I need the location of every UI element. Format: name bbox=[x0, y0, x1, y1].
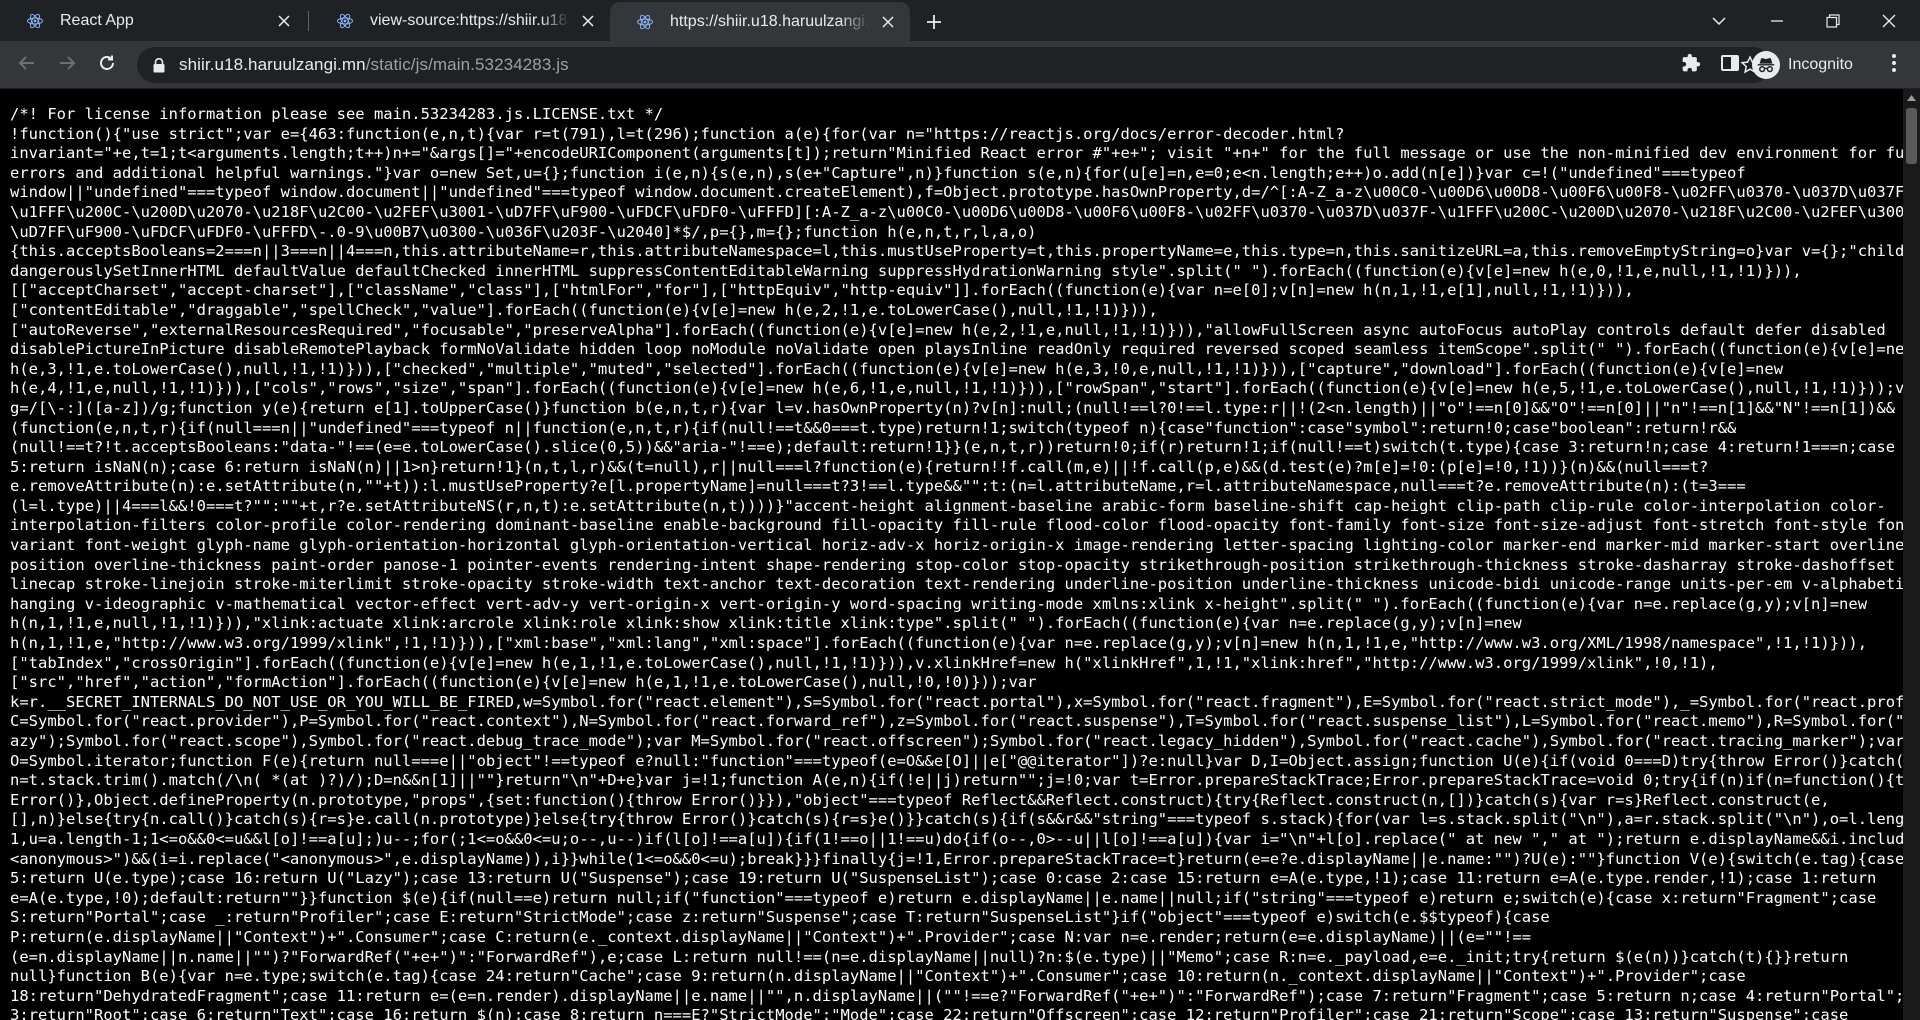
source-line: h(n,1,!1,e,"http://www.w3.org/1999/xlink… bbox=[10, 634, 1868, 653]
profile-incognito[interactable]: Incognito bbox=[1752, 49, 1853, 81]
profile-label: Incognito bbox=[1788, 56, 1853, 73]
source-line: errors and additional helpful warnings."… bbox=[10, 163, 1746, 182]
source-line: k=r.__SECRET_INTERNALS_DO_NOT_USE_OR_YOU… bbox=[10, 692, 1903, 711]
tab-title: view-source:https://shiir.u18.haruulzang… bbox=[370, 11, 570, 29]
source-line: ["src","href","action","formAction"].for… bbox=[10, 673, 1037, 692]
source-line: dangerouslySetInnerHTML defaultValue def… bbox=[10, 261, 1802, 280]
source-line: [["acceptCharset","accept-charset"],["cl… bbox=[10, 281, 1634, 300]
tab-view-source[interactable]: view-source:https://shiir.u18.haruulzang… bbox=[310, 0, 610, 41]
reload-button[interactable] bbox=[91, 49, 123, 81]
vertical-scrollbar[interactable] bbox=[1903, 89, 1920, 1020]
incognito-icon bbox=[1752, 51, 1780, 79]
extensions-button[interactable] bbox=[1677, 51, 1705, 79]
source-line: h(e,4,!1,e,null,!1,!1)})),["cols","rows"… bbox=[10, 379, 1903, 398]
source-line: (e=n.displayName||n.name||"")?"ForwardRe… bbox=[10, 947, 1849, 966]
source-line: P:return(e.displayName||"Context")+".Con… bbox=[10, 927, 1532, 946]
scroll-up-arrow-icon[interactable] bbox=[1903, 89, 1920, 106]
new-tab-button[interactable] bbox=[920, 8, 948, 36]
source-line: ["autoReverse","externalResourcesRequire… bbox=[10, 320, 1886, 339]
source-line: ["tabIndex","crossOrigin"].forEach((func… bbox=[10, 653, 1718, 672]
source-line: (null!==t?!t.acceptsBooleans:"data-"!==(… bbox=[10, 438, 1896, 457]
source-line: g=/[\-:]([a-z])/g;function y(e){return e… bbox=[10, 398, 1896, 417]
source-line: n=t.stack.trim().match(/\n( *(at )?)/);D… bbox=[10, 771, 1903, 790]
source-line: ["contentEditable","draggable","spellChe… bbox=[10, 300, 1158, 319]
url-text[interactable]: shiir.u18.haruulzangi.mn/static/js/main.… bbox=[179, 55, 569, 75]
close-window-button[interactable] bbox=[1866, 0, 1912, 41]
forward-button[interactable] bbox=[51, 49, 83, 81]
react-icon bbox=[336, 12, 354, 30]
source-line: h(n,1,!1,e,null,!1,!1)})),"xlink:actuate… bbox=[10, 614, 1522, 633]
source-line: [],n)}else{try{n.call()}catch(s){r=s}e.c… bbox=[10, 810, 1903, 829]
source-line: 1,u=a.length-1;1<=o&&0<=u&&l[o]!==a[u];)… bbox=[10, 829, 1903, 848]
page-content: /*! For license information please see m… bbox=[0, 89, 1903, 1020]
source-line: Error()},Object.defineProperty(n.prototy… bbox=[10, 790, 1830, 809]
browser-toolbar: shiir.u18.haruulzangi.mn/static/js/main.… bbox=[0, 41, 1920, 89]
close-icon[interactable] bbox=[578, 11, 598, 31]
source-line: window||"undefined"===typeof window.docu… bbox=[10, 183, 1903, 202]
source-line: interpolation-filters color-profile colo… bbox=[10, 516, 1903, 535]
minimize-button[interactable] bbox=[1754, 0, 1800, 41]
side-panel-icon bbox=[1720, 53, 1740, 78]
puzzle-icon bbox=[1681, 53, 1701, 78]
source-line: {this.acceptsBooleans=2===n||3===n||4===… bbox=[10, 242, 1903, 261]
tab-separator bbox=[308, 11, 309, 31]
kebab-menu-icon bbox=[1891, 53, 1897, 78]
source-line: <anonymous>")&&(i=i.replace("<anonymous>… bbox=[10, 849, 1903, 868]
side-panel-button[interactable] bbox=[1716, 51, 1744, 79]
reload-icon bbox=[98, 54, 116, 77]
source-line: e=A(e.type,!0);default:return""}}functio… bbox=[10, 888, 1877, 907]
address-bar[interactable]: shiir.u18.haruulzangi.mn/static/js/main.… bbox=[137, 47, 1771, 83]
source-line: null}function B(e){var n=e.type;switch(e… bbox=[10, 967, 1746, 986]
react-icon bbox=[636, 13, 654, 31]
restore-button[interactable] bbox=[1810, 0, 1856, 41]
close-icon[interactable] bbox=[878, 12, 898, 32]
source-line: (function(e,n,t,r){if(null===n||"undefin… bbox=[10, 418, 1737, 437]
close-icon[interactable] bbox=[274, 11, 294, 31]
back-button[interactable] bbox=[11, 49, 43, 81]
tab-react-app[interactable]: React App bbox=[0, 0, 306, 41]
source-line: /*! For license information please see m… bbox=[10, 105, 664, 123]
source-line: S:return"Portal";case _:return"Profiler"… bbox=[10, 908, 1550, 927]
source-line: h(e,3,!1,e.toLowerCase(),null,!1,!1)})),… bbox=[10, 359, 1784, 378]
url-path: /static/js/main.53234283.js bbox=[365, 55, 569, 74]
source-line: position overline-thickness paint-order … bbox=[10, 555, 1903, 574]
arrow-left-icon bbox=[18, 54, 36, 77]
menu-button[interactable] bbox=[1880, 51, 1908, 79]
source-line: (l=l.type)||4===l&&!0===t?"":""+t,r?e.se… bbox=[10, 496, 1886, 515]
javascript-source: /*! For license information please see m… bbox=[0, 89, 1903, 1020]
source-line: C=Symbol.for("react.provider"),P=Symbol.… bbox=[10, 712, 1903, 731]
source-line: disablePictureInPicture disableRemotePla… bbox=[10, 340, 1903, 359]
tab-main-js[interactable]: https://shiir.u18.haruulzangi.mn/static/… bbox=[610, 2, 910, 41]
source-line: invariant="+e,t=1;t<arguments.length;t++… bbox=[10, 144, 1903, 163]
arrow-right-icon bbox=[58, 54, 76, 77]
source-line: e.removeAttribute(n):e.setAttribute(n,""… bbox=[10, 477, 1746, 496]
url-host: shiir.u18.haruulzangi.mn bbox=[179, 55, 366, 74]
source-line: 5:return U(e.type);case 16:return U("Laz… bbox=[10, 869, 1877, 888]
scrollbar-thumb[interactable] bbox=[1906, 108, 1917, 164]
source-line: variant font-weight glyph-name glyph-ori… bbox=[10, 536, 1903, 555]
source-line: \u1FFF\u200C-\u200D\u2070-\u218F\u2C00-\… bbox=[10, 202, 1903, 221]
source-line: 18:return"DehydratedFragment";case 11:re… bbox=[10, 986, 1903, 1005]
source-line: !function(){"use strict";var e={463:func… bbox=[10, 124, 1345, 143]
tab-title: https://shiir.u18.haruulzangi.mn/static/… bbox=[670, 12, 870, 30]
source-line: hanging v-ideographic v-mathematical vec… bbox=[10, 594, 1868, 613]
lock-icon[interactable] bbox=[151, 57, 167, 73]
tab-title: React App bbox=[60, 11, 134, 29]
source-line: linecap stroke-linejoin stroke-miterlimi… bbox=[10, 575, 1903, 594]
tab-strip: React App view-source:https://shiir.u18.… bbox=[0, 0, 1920, 41]
source-line: 5:return isNaN(n);case 6:return isNaN(n)… bbox=[10, 457, 1709, 476]
source-line: O=Symbol.iterator;function F(e){return n… bbox=[10, 751, 1903, 770]
react-icon bbox=[26, 12, 44, 30]
source-line: 3:return"Root";case 6:return"Text";case … bbox=[10, 1006, 1849, 1020]
source-line: \uD7FF\uF900-\uFDCF\uFDF0-\uFFFD\-.0-9\u… bbox=[10, 222, 1037, 241]
tab-search-button[interactable] bbox=[1696, 0, 1742, 41]
source-line: azy");Symbol.for("react.scope"),Symbol.f… bbox=[10, 732, 1903, 750]
